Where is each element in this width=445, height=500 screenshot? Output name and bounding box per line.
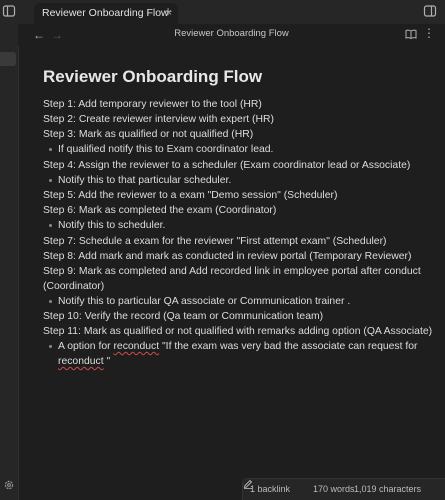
left-ribbon (0, 0, 19, 500)
bullet-item: Notify this to particular QA associate o… (43, 294, 433, 309)
bullet-text-part: A option for (58, 341, 114, 352)
list-item: Step 4: Assign the reviewer to a schedul… (43, 159, 411, 171)
more-options-icon[interactable]: ⋮ (423, 26, 435, 40)
status-bar: 1 backlink 170 words 1,019 characters (242, 478, 445, 500)
tab-bar: Reviewer Onboarding Flow × + (18, 0, 445, 24)
list-item: Step 7: Schedule a exam for the reviewer… (43, 235, 387, 247)
list-item: Step 9: Mark as completed and Add record… (43, 265, 421, 292)
new-tab-icon[interactable]: + (164, 2, 172, 20)
sidebar-toggle-icon[interactable] (2, 4, 16, 18)
bullet-text-part: "If the exam was very bad the associate … (159, 341, 418, 352)
misspelled-word: reconduct (113, 341, 160, 352)
gear-icon[interactable] (3, 479, 15, 491)
list-item: Step 6: Mark as completed the exam (Coor… (43, 205, 277, 216)
bullet-item: Notify this to that particular scheduler… (43, 173, 433, 188)
reading-view-icon[interactable] (405, 28, 417, 40)
list-item: Step 2: Create reviewer interview with e… (43, 114, 274, 125)
view-header: ← → Reviewer Onboarding Flow ⋮ (18, 24, 445, 46)
view-title[interactable]: Reviewer Onboarding Flow (18, 28, 445, 39)
bullet-text: Notify this to that particular scheduler… (58, 174, 232, 186)
app-window: Reviewer Onboarding Flow × + ← → Reviewe… (0, 0, 445, 500)
character-count: 1,019 characters (354, 484, 422, 494)
bullet-dot-icon (49, 224, 52, 227)
list-item: Step 11: Mark as qualified or not qualif… (43, 326, 433, 337)
list-item: Step 8: Add mark and mark as conducted i… (43, 250, 412, 262)
list-item: Step 3: Mark as qualified or not qualifi… (43, 129, 254, 140)
bullet-dot-icon (49, 148, 52, 151)
page-title: Reviewer Onboarding Flow (43, 67, 263, 86)
bullet-text: Notify this to scheduler. (58, 220, 166, 231)
bullet-text: If qualified notify this to Exam coordin… (58, 144, 274, 155)
tab-list-icon[interactable] (423, 4, 437, 18)
bullet-text: Notify this to particular QA associate o… (58, 295, 351, 307)
sidebar-selected-item[interactable] (0, 52, 16, 66)
backlinks-count[interactable]: 1 backlink (250, 484, 290, 494)
list-item: Step 10: Verify the record (Qa team or C… (43, 311, 324, 322)
note-body[interactable]: Step 1: Add temporary reviewer to the to… (43, 97, 433, 369)
bullet-item: Notify this to scheduler. (43, 218, 433, 233)
list-item: Step 5: Add the reviewer to a exam "Demo… (43, 190, 338, 201)
word-count: 170 words (313, 484, 355, 494)
bullet-dot-icon (49, 345, 52, 348)
bullet-dot-icon (49, 299, 52, 303)
note-content[interactable]: Reviewer Onboarding Flow Step 1: Add tem… (43, 46, 433, 476)
list-item: Step 1: Add temporary reviewer to the to… (43, 99, 262, 110)
bullet-text-part: " (103, 356, 111, 367)
misspelled-word: reconduct (58, 356, 104, 367)
tab-title: Reviewer Onboarding Flow (42, 7, 169, 19)
bullet-item: If qualified notify this to Exam coordin… (43, 142, 433, 157)
bullet-dot-icon (49, 178, 52, 182)
tab-reviewer-onboarding-flow[interactable]: Reviewer Onboarding Flow × (34, 3, 178, 24)
bullet-item: A option for reconduct "If the exam was … (43, 339, 433, 369)
